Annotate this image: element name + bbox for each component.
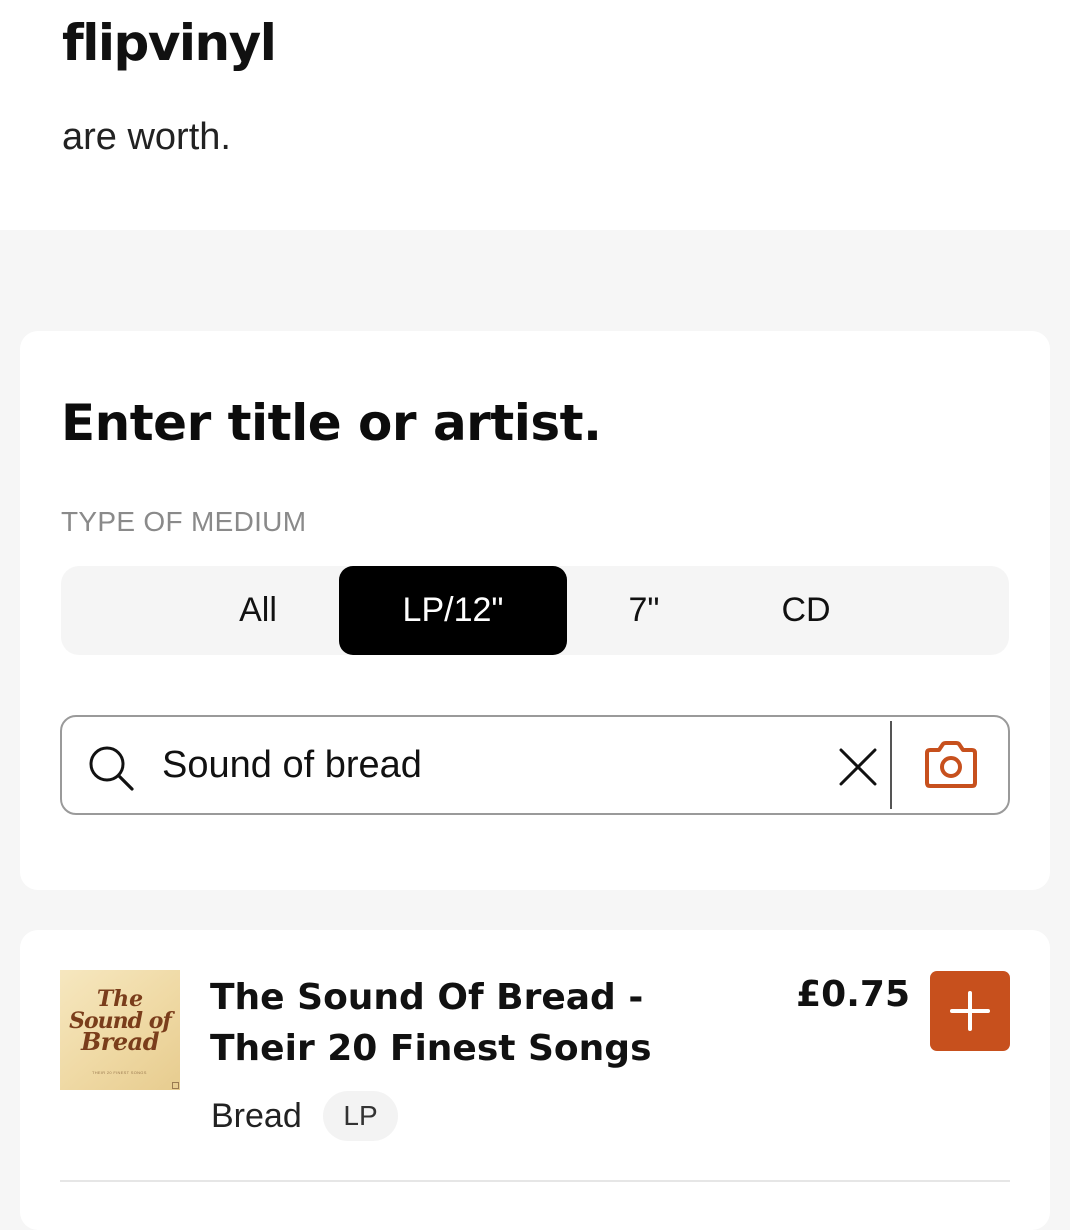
plus-icon bbox=[950, 991, 990, 1031]
result-card[interactable]: The Sound of Bread THEIR 20 FINEST SONGS… bbox=[20, 930, 1050, 1230]
format-badge: LP bbox=[323, 1091, 398, 1141]
medium-option-lp[interactable]: LP/12" bbox=[339, 566, 567, 655]
logo[interactable]: flipvinyl bbox=[62, 18, 277, 68]
cover-title-line: Bread bbox=[80, 1027, 160, 1056]
result-price: £0.75 bbox=[796, 974, 910, 1015]
result-artist: Bread bbox=[211, 1097, 302, 1135]
result-title[interactable]: The Sound Of Bread - Their 20 Finest Son… bbox=[210, 972, 760, 1074]
search-box bbox=[60, 715, 1010, 815]
cover-subtitle: THEIR 20 FINEST SONGS bbox=[92, 1070, 147, 1075]
search-heading: Enter title or artist. bbox=[61, 394, 602, 452]
result-separator bbox=[60, 1180, 1010, 1182]
search-icon bbox=[89, 746, 134, 791]
label-logo-mark bbox=[172, 1082, 179, 1089]
cover-title-line: The bbox=[96, 986, 144, 1012]
top-header: flipvinyl are worth. bbox=[0, 0, 1070, 230]
medium-option-all[interactable]: All bbox=[179, 566, 337, 655]
album-cover: The Sound of Bread THEIR 20 FINEST SONGS bbox=[60, 970, 180, 1090]
medium-type-selector: All LP/12" 7" CD bbox=[61, 566, 1009, 655]
tagline: are worth. bbox=[62, 116, 231, 158]
medium-type-label: TYPE OF MEDIUM bbox=[61, 506, 307, 537]
medium-option-7inch[interactable]: 7" bbox=[589, 566, 699, 655]
camera-icon[interactable] bbox=[922, 739, 980, 791]
search-input[interactable] bbox=[162, 737, 812, 793]
clear-icon[interactable] bbox=[838, 747, 878, 787]
add-button[interactable] bbox=[930, 971, 1010, 1051]
medium-option-cd[interactable]: CD bbox=[751, 566, 861, 655]
search-card: Enter title or artist. TYPE OF MEDIUM Al… bbox=[20, 331, 1050, 890]
search-divider bbox=[890, 721, 892, 809]
